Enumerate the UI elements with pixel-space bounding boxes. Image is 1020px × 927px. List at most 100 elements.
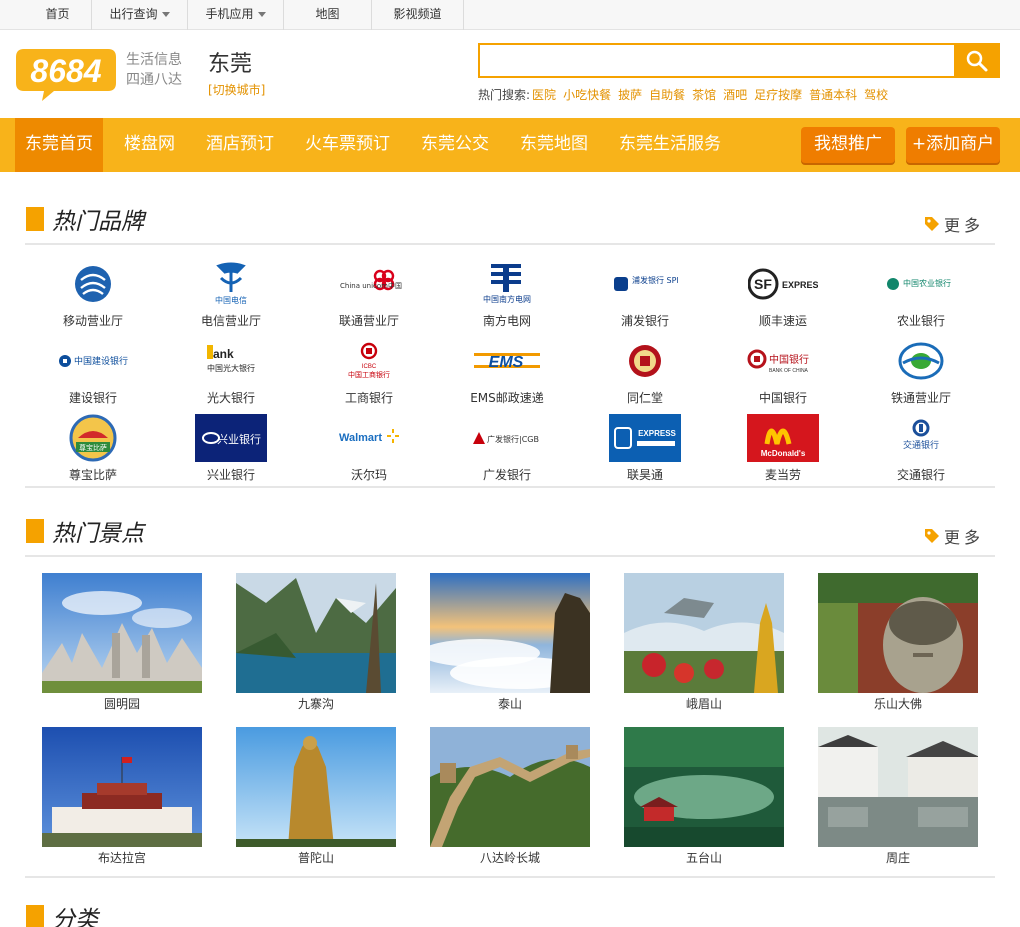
spd-bank-logo: 浦发银行 SPD BANK bbox=[609, 260, 681, 308]
spot-item[interactable]: 圆明园 bbox=[42, 573, 202, 713]
brand-item[interactable]: 中国建设银行 建设银行 bbox=[24, 337, 162, 414]
china-southern-grid-logo: 中国南方电网 bbox=[471, 260, 543, 308]
cib-bank-logo: 兴业银行 bbox=[195, 414, 267, 462]
svg-text:EXPRESS: EXPRESS bbox=[638, 429, 676, 438]
brand-item[interactable]: ank 中国光大银行 光大银行 bbox=[162, 337, 300, 414]
site-logo[interactable]: 8684 bbox=[14, 47, 118, 101]
walmart-logo: Walmart bbox=[333, 414, 405, 462]
nav-life-services[interactable]: 东莞生活服务 bbox=[609, 118, 731, 172]
brand-item[interactable]: McDonald's 麦当劳 bbox=[714, 414, 852, 491]
topnav-mobile-apps[interactable]: 手机应用 bbox=[188, 0, 284, 30]
lianhaotong-logo: EXPRESS bbox=[609, 414, 681, 462]
brands-more-link[interactable]: 更多 bbox=[924, 214, 984, 235]
hot-search-term[interactable]: 普通本科 bbox=[809, 86, 857, 103]
spot-item[interactable]: 峨眉山 bbox=[624, 573, 784, 713]
nav-city-home[interactable]: 东莞首页 bbox=[15, 118, 103, 172]
ccb-bank-logo: 中国建设银行 bbox=[57, 337, 129, 385]
hot-search-term[interactable]: 茶馆 bbox=[692, 86, 716, 103]
potala-palace-photo bbox=[42, 727, 202, 847]
svg-text:China unicom中国联通: China unicom中国联通 bbox=[340, 281, 402, 290]
svg-text:广发银行|CGB: 广发银行|CGB bbox=[487, 434, 539, 444]
svg-text:SF: SF bbox=[754, 276, 772, 292]
spot-item[interactable]: 周庄 bbox=[818, 727, 978, 867]
add-merchant-button[interactable]: +添加商户 bbox=[906, 127, 1000, 163]
nav-train-tickets[interactable]: 火车票预订 bbox=[295, 118, 400, 172]
china-tietong-logo bbox=[885, 337, 957, 385]
icbc-bank-logo: ICBC 中国工商银行 bbox=[333, 337, 405, 385]
brand-item[interactable]: 兴业银行 兴业银行 bbox=[162, 414, 300, 491]
spots-section-title: 热门景点 bbox=[26, 516, 144, 547]
ceb-bank-logo: ank 中国光大银行 bbox=[195, 337, 267, 385]
spot-item[interactable]: 泰山 bbox=[430, 573, 590, 713]
svg-text:兴业银行: 兴业银行 bbox=[217, 432, 261, 446]
svg-text:8684: 8684 bbox=[30, 53, 101, 89]
spot-item[interactable]: 八达岭长城 bbox=[430, 727, 590, 867]
brand-item[interactable]: China unicom中国联通 联通营业厅 bbox=[300, 260, 438, 337]
hot-search-list: 热门搜索: 医院 小吃快餐 披萨 自助餐 茶馆 酒吧 足疗按摩 普通本科 驾校 bbox=[478, 86, 889, 103]
brand-item[interactable]: 交通银行 交通银行 bbox=[852, 414, 990, 491]
ruins-photo bbox=[42, 573, 202, 693]
spot-item[interactable]: 乐山大佛 bbox=[818, 573, 978, 713]
brand-item[interactable]: 移动营业厅 bbox=[24, 260, 162, 337]
brand-item[interactable]: EXPRESS 联昊通 bbox=[576, 414, 714, 491]
spot-item[interactable]: 布达拉宫 bbox=[42, 727, 202, 867]
svg-text:ICBC: ICBC bbox=[362, 364, 377, 370]
hot-search-term[interactable]: 驾校 bbox=[864, 86, 888, 103]
header: 8684 生活信息 四通八达 东莞 [切换城市] 热门搜索: 医院 小吃快餐 披… bbox=[0, 30, 1020, 118]
top-bar: 首页 出行查询 手机应用 地图 影视频道 bbox=[0, 0, 1020, 30]
topnav-travel-query[interactable]: 出行查询 bbox=[92, 0, 188, 30]
category-section-title: 分类 bbox=[26, 902, 98, 927]
chevron-down-icon bbox=[257, 12, 266, 17]
brand-item[interactable]: 尊宝比萨 尊宝比萨 bbox=[24, 414, 162, 491]
brand-item[interactable]: EMS EMS邮政速递 bbox=[438, 337, 576, 414]
svg-text:中国电信: 中国电信 bbox=[215, 295, 247, 305]
great-wall-photo bbox=[430, 727, 590, 847]
hot-search-term[interactable]: 小吃快餐 bbox=[563, 86, 611, 103]
nav-real-estate[interactable]: 楼盘网 bbox=[114, 118, 185, 172]
spots-more-link[interactable]: 更多 bbox=[924, 526, 984, 547]
brand-item[interactable]: 中国南方电网 南方电网 bbox=[438, 260, 576, 337]
hot-search-term[interactable]: 自助餐 bbox=[649, 86, 685, 103]
spot-item[interactable]: 五台山 bbox=[624, 727, 784, 867]
tag-icon bbox=[925, 217, 939, 231]
cgb-bank-logo: 广发银行|CGB bbox=[471, 414, 543, 462]
main-nav: 东莞首页 楼盘网 酒店预订 火车票预订 东莞公交 东莞地图 东莞生活服务 我想推… bbox=[0, 118, 1020, 172]
brand-item[interactable]: 浦发银行 SPD BANK 浦发银行 bbox=[576, 260, 714, 337]
golden-buddha-photo bbox=[624, 573, 784, 693]
topnav-video[interactable]: 影视频道 bbox=[372, 0, 464, 30]
brand-item[interactable]: 铁通营业厅 bbox=[852, 337, 990, 414]
nav-city-map[interactable]: 东莞地图 bbox=[510, 118, 598, 172]
brand-item[interactable]: 中国银行 BANK OF CHINA 中国银行 bbox=[714, 337, 852, 414]
nav-hotel-booking[interactable]: 酒店预订 bbox=[196, 118, 284, 172]
brand-item[interactable]: 中国农业银行 农业银行 bbox=[852, 260, 990, 337]
divider bbox=[25, 486, 995, 488]
section-marker bbox=[26, 207, 44, 231]
topnav-map[interactable]: 地图 bbox=[284, 0, 372, 30]
brands-section-title: 热门品牌 bbox=[26, 204, 144, 235]
spot-item[interactable]: 九寨沟 bbox=[236, 573, 396, 713]
spot-item[interactable]: 普陀山 bbox=[236, 727, 396, 867]
hot-search-term[interactable]: 医院 bbox=[532, 86, 556, 103]
sea-of-clouds-photo bbox=[430, 573, 590, 693]
svg-text:中国光大银行: 中国光大银行 bbox=[207, 363, 255, 373]
switch-city-link[interactable]: [切换城市] bbox=[208, 81, 265, 98]
nav-city-bus[interactable]: 东莞公交 bbox=[411, 118, 499, 172]
brand-item[interactable]: 同仁堂 bbox=[576, 337, 714, 414]
svg-text:McDonald's: McDonald's bbox=[761, 449, 806, 458]
brand-item[interactable]: Walmart 沃尔玛 bbox=[300, 414, 438, 491]
brand-item[interactable]: ICBC 中国工商银行 工商银行 bbox=[300, 337, 438, 414]
topnav-home[interactable]: 首页 bbox=[24, 0, 92, 30]
brand-item[interactable]: 中国电信 电信营业厅 bbox=[162, 260, 300, 337]
chevron-down-icon bbox=[161, 12, 170, 17]
search-button[interactable] bbox=[954, 43, 1000, 78]
hot-search-term[interactable]: 披萨 bbox=[618, 86, 642, 103]
hot-search-term[interactable]: 酒吧 bbox=[723, 86, 747, 103]
hot-search-term[interactable]: 足疗按摩 bbox=[754, 86, 802, 103]
brand-item[interactable]: 广发银行|CGB 广发银行 bbox=[438, 414, 576, 491]
svg-text:交通银行: 交通银行 bbox=[903, 439, 939, 451]
giant-buddha-photo bbox=[818, 573, 978, 693]
brand-item[interactable]: SFEXPRESS 顺丰速运 bbox=[714, 260, 852, 337]
search-input[interactable] bbox=[478, 43, 956, 78]
svg-text:BANK OF CHINA: BANK OF CHINA bbox=[769, 368, 809, 374]
promote-button[interactable]: 我想推广 bbox=[801, 127, 895, 163]
